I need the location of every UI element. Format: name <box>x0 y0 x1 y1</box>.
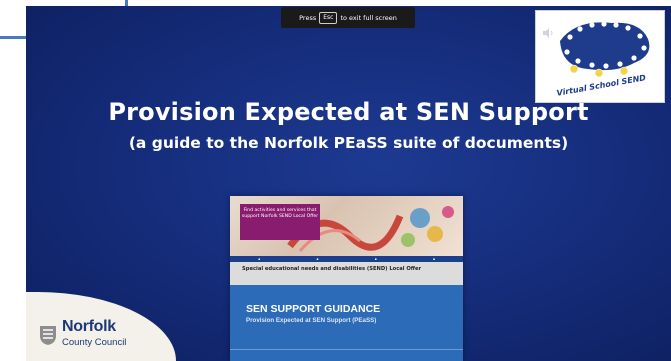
fullscreen-notice-suffix: to exit full screen <box>340 13 397 22</box>
banner-card: Find activities and services that suppor… <box>240 204 320 240</box>
guide-title: SEN SUPPORT GUIDANCE <box>246 303 381 315</box>
window-edge-line <box>0 36 26 39</box>
nav-item: ▪ <box>374 257 377 261</box>
esc-key-badge[interactable]: Esc <box>319 11 338 24</box>
nav-item: ▪ <box>316 257 319 261</box>
document-strip: Special educational needs and disabiliti… <box>230 262 463 285</box>
nav-item: ▪ <box>258 257 261 261</box>
fullscreen-notice-prefix: Press <box>299 13 317 22</box>
nav-item: ▪ <box>432 257 435 261</box>
fullscreen-notice: Press Esc to exit full screen <box>281 7 415 28</box>
speaker-icon[interactable] <box>542 27 554 39</box>
council-name: Norfolk <box>62 318 116 335</box>
council-crest-icon <box>40 326 56 345</box>
slide-subtitle: (a guide to the Norfolk PEaSS suite of d… <box>128 134 569 152</box>
council-subtitle: County Council <box>62 337 127 348</box>
document-thumbnail: Find activities and services that suppor… <box>230 196 463 361</box>
document-banner: Find activities and services that suppor… <box>230 196 463 256</box>
virtual-school-send-logo: Virtual School SEND <box>535 10 665 103</box>
guide-divider <box>230 349 463 350</box>
guide-subtitle: Provision Expected at SEN Support (PEaSS… <box>246 317 377 324</box>
